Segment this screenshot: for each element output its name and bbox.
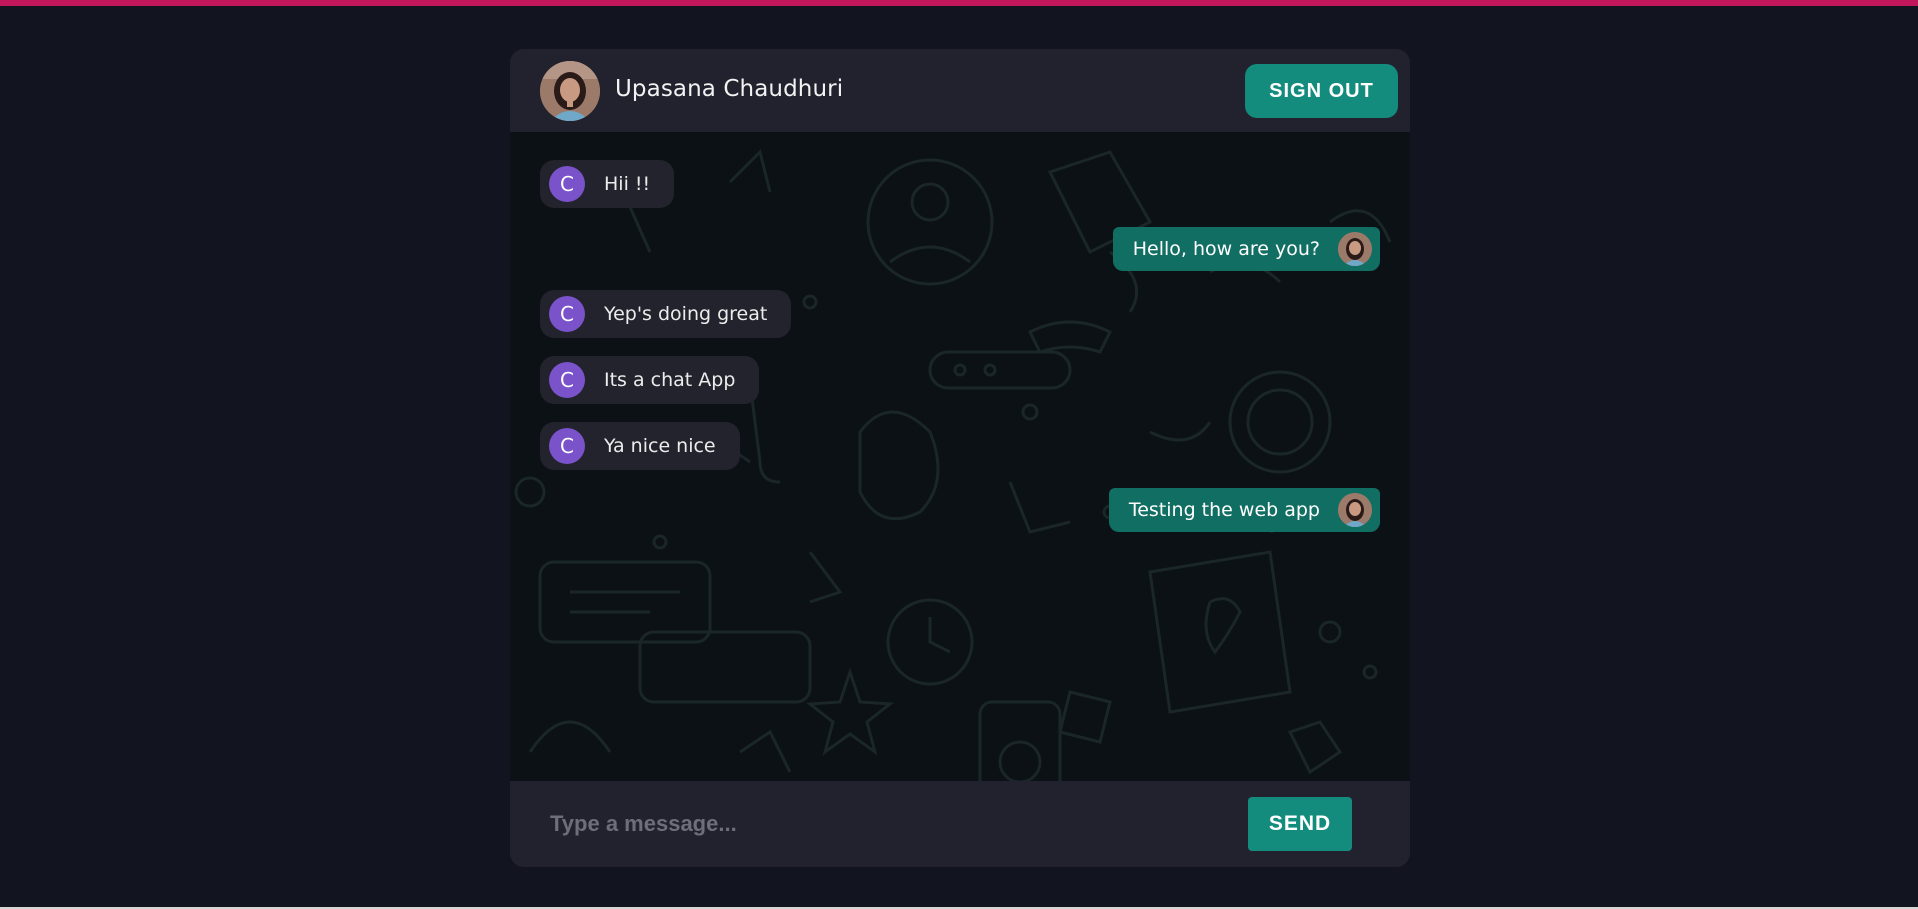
message-text: Ya nice nice bbox=[604, 435, 716, 457]
sender-initial-avatar: C bbox=[549, 296, 585, 332]
sign-out-button[interactable]: SIGN OUT bbox=[1245, 64, 1398, 118]
message-text: Hello, how are you? bbox=[1132, 238, 1320, 260]
send-button[interactable]: SEND bbox=[1248, 797, 1352, 851]
sender-avatar bbox=[1338, 493, 1372, 527]
incoming-message: C Its a chat App bbox=[540, 356, 760, 404]
sender-initial-avatar: C bbox=[549, 362, 585, 398]
chat-header: Upasana Chaudhuri SIGN OUT bbox=[510, 49, 1410, 132]
message-text: Its a chat App bbox=[604, 369, 736, 391]
incoming-message: C Hii !! bbox=[540, 160, 675, 208]
message-list[interactable]: C Hii !! Hello, how are you? C Yep's doi… bbox=[510, 132, 1410, 781]
message-text: Testing the web app bbox=[1128, 499, 1320, 521]
user-photo-icon bbox=[540, 61, 600, 121]
sender-avatar bbox=[1338, 232, 1372, 266]
user-photo-icon bbox=[1338, 232, 1372, 266]
incoming-message: C Ya nice nice bbox=[540, 422, 740, 470]
message-composer: SEND bbox=[510, 781, 1410, 867]
user-photo-icon bbox=[1338, 493, 1372, 527]
outgoing-message: Testing the web app bbox=[1108, 488, 1380, 532]
sender-initial-avatar: C bbox=[549, 166, 585, 202]
sender-initial-avatar: C bbox=[549, 428, 585, 464]
message-input[interactable] bbox=[540, 800, 1240, 848]
outgoing-message: Hello, how are you? bbox=[1112, 227, 1380, 271]
message-text: Hii !! bbox=[604, 173, 651, 195]
user-name: Upasana Chaudhuri bbox=[615, 76, 844, 102]
user-avatar bbox=[540, 61, 600, 121]
message-text: Yep's doing great bbox=[604, 303, 768, 325]
chat-window: Upasana Chaudhuri SIGN OUT C Hii !! Hell… bbox=[510, 49, 1410, 867]
top-accent-bar bbox=[0, 0, 1918, 6]
incoming-message: C Yep's doing great bbox=[540, 290, 792, 338]
